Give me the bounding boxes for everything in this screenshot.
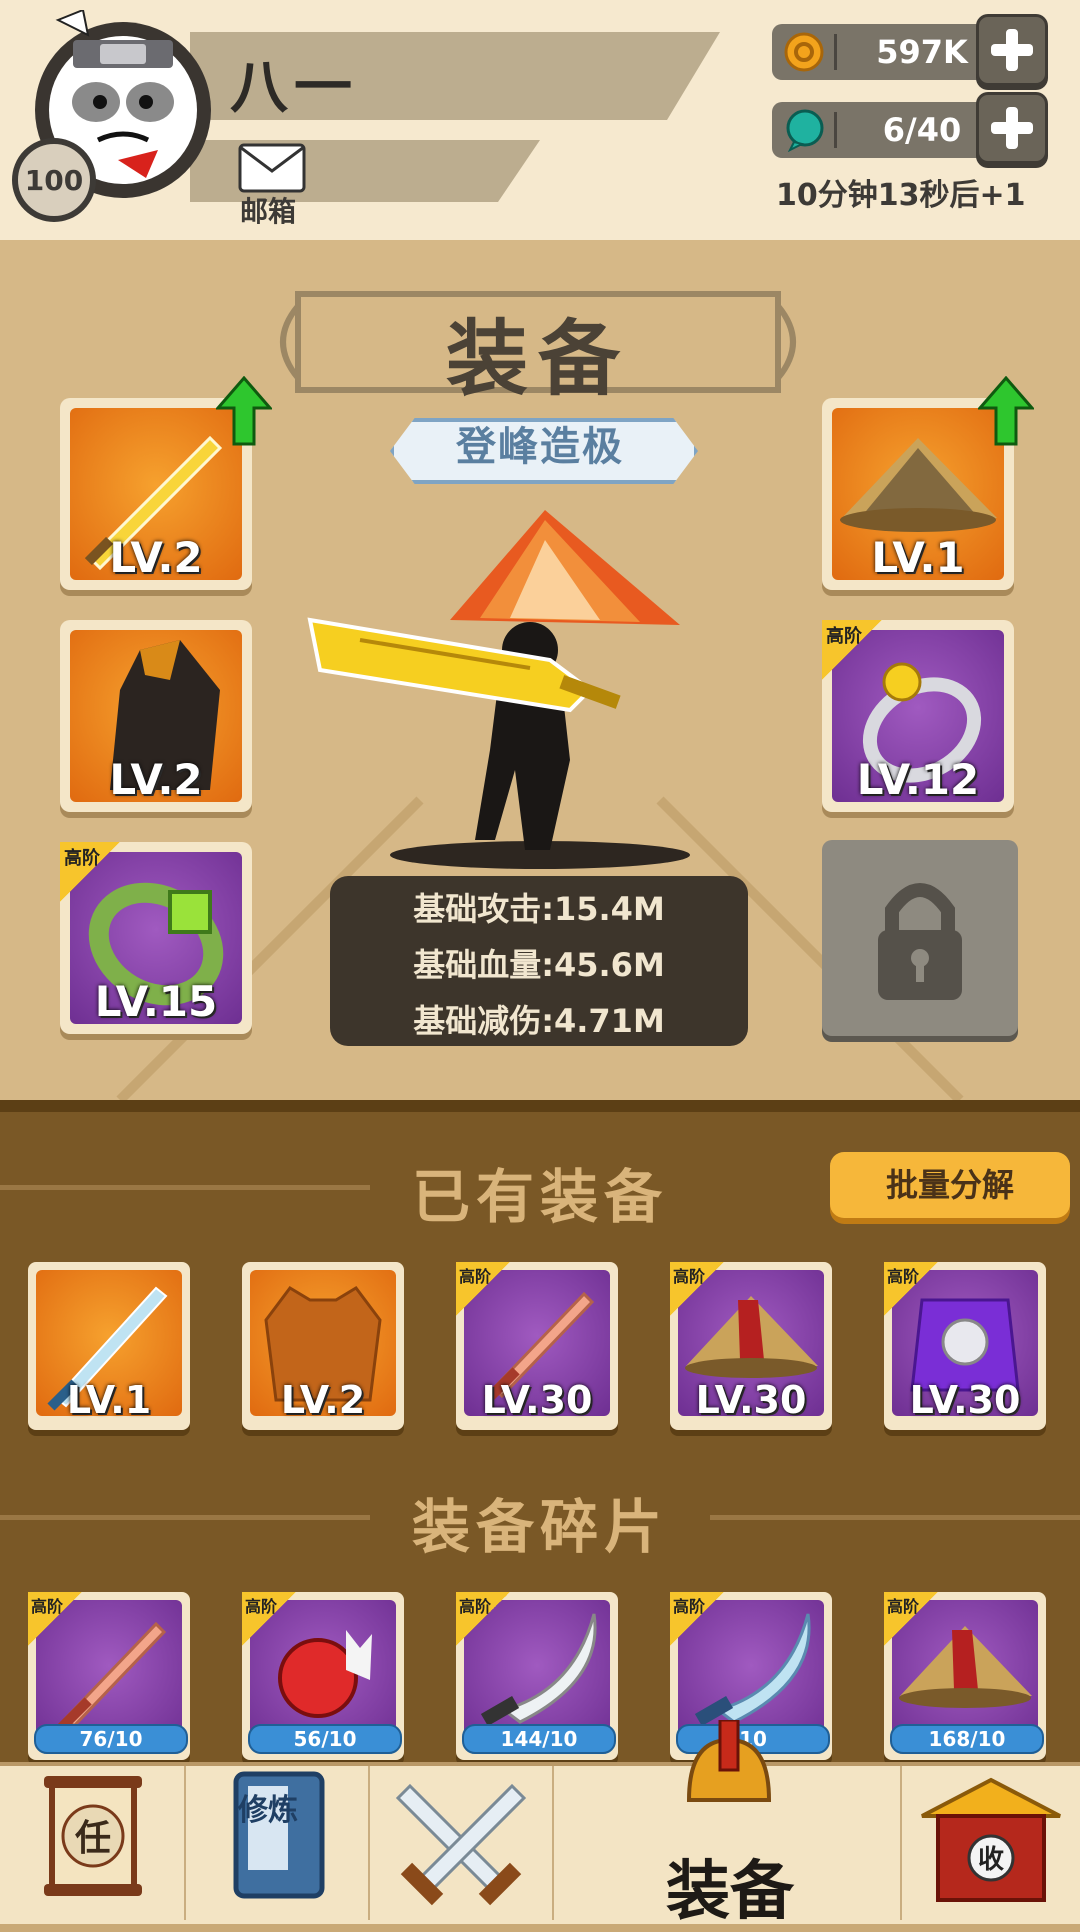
gold-counter: 597K	[772, 14, 1048, 86]
item-level: LV.2	[280, 1378, 366, 1422]
lock-icon	[878, 883, 962, 1000]
helmet-icon	[686, 1720, 772, 1802]
owned-item[interactable]: 高阶 LV.30	[456, 1262, 618, 1430]
crossed-swords-icon	[395, 1783, 527, 1906]
divider	[834, 112, 837, 148]
stat-defense: 基础减伤:4.71M	[413, 1002, 665, 1040]
fragment-progress: 76/10	[34, 1724, 188, 1754]
plus-icon	[991, 107, 1033, 149]
rarity-label: 高阶	[459, 1597, 492, 1616]
rarity-label: 高阶	[673, 1267, 706, 1286]
fragment-item[interactable]: 高阶 144/10	[456, 1592, 618, 1760]
nav-equipment-label[interactable]: 装备	[600, 1840, 860, 1932]
upgrade-arrow-icon	[978, 376, 1034, 446]
owned-item[interactable]: LV.1	[28, 1262, 190, 1430]
stamina-value: 6/40	[882, 111, 962, 149]
equip-slot-ring[interactable]: 高阶 LV.12	[822, 620, 1014, 812]
item-level: LV.30	[695, 1378, 807, 1422]
hero-character	[307, 510, 690, 869]
rarity-label: 高阶	[64, 848, 100, 869]
rarity-label: 高阶	[887, 1597, 920, 1616]
nav-tab-battle[interactable]	[370, 1766, 554, 1920]
divider	[834, 34, 837, 70]
batch-decompose-button[interactable]: 批量分解	[830, 1152, 1070, 1218]
nav-shop-label: 收	[978, 1845, 1004, 1875]
nav-tasks-label: 任	[75, 1818, 111, 1859]
owned-title: 已有装备	[411, 1163, 668, 1231]
slot-level: LV.15	[94, 977, 218, 1026]
slot-level: LV.2	[109, 533, 203, 582]
player-level-badge: 100	[12, 138, 96, 222]
item-level: LV.1	[66, 1378, 152, 1422]
item-level: LV.30	[909, 1378, 1021, 1422]
coin-icon	[784, 32, 824, 72]
fragment-progress: 56/10	[248, 1724, 402, 1754]
rarity-label: 高阶	[887, 1267, 920, 1286]
section-divider	[0, 1515, 370, 1520]
rarity-label: 高阶	[245, 1597, 278, 1616]
shop-icon: 收	[921, 1777, 1061, 1902]
fragment-item[interactable]: 高阶 56/10	[242, 1592, 404, 1760]
rank-text: 登峰造极	[456, 424, 624, 470]
fragment-item[interactable]: 高阶 76/10	[28, 1592, 190, 1760]
section-divider	[0, 1185, 370, 1190]
locked-slot[interactable]	[822, 840, 1018, 1036]
nav-training-label: 修炼	[237, 1793, 298, 1828]
rarity-label: 高阶	[31, 1597, 64, 1616]
slot-level: LV.12	[856, 755, 980, 804]
rarity-label: 高阶	[826, 626, 862, 647]
fragment-progress: 168/10	[890, 1724, 1044, 1754]
fragments-title: 装备碎片	[411, 1493, 668, 1561]
gold-value: 597K	[876, 33, 968, 71]
owned-item[interactable]: LV.2	[242, 1262, 404, 1430]
section-divider	[710, 1515, 1080, 1520]
slot-level: LV.2	[109, 755, 203, 804]
book-icon: 修炼	[233, 1771, 325, 1899]
plus-icon	[991, 29, 1033, 71]
owned-item[interactable]: 高阶 LV.30	[884, 1262, 1046, 1430]
player-name: 八一	[230, 53, 359, 121]
scroll-icon: 任	[44, 1776, 142, 1896]
stamina-timer: 10分钟13秒后+1	[776, 178, 1026, 213]
item-level: LV.30	[481, 1378, 593, 1422]
add-stamina-button[interactable]	[976, 92, 1048, 164]
stat-attack: 基础攻击:15.4M	[413, 890, 665, 928]
mail-label[interactable]: 邮箱	[240, 190, 296, 230]
nav-tab-tasks[interactable]: 任	[0, 1766, 186, 1920]
mail-icon[interactable]	[238, 143, 306, 193]
equip-slot-armor[interactable]: LV.2	[60, 620, 252, 812]
equip-slot-bracelet[interactable]: 高阶 LV.15	[60, 842, 252, 1034]
nav-tab-shop[interactable]: 收	[902, 1766, 1080, 1920]
stat-health: 基础血量:45.6M	[413, 946, 665, 984]
gem-icon	[786, 109, 824, 152]
nav-tab-training[interactable]: 修炼	[186, 1766, 370, 1920]
fragment-item[interactable]: 高阶 168/10	[884, 1592, 1046, 1760]
fragment-progress: 144/10	[462, 1724, 616, 1754]
stamina-counter: 6/40	[772, 92, 1048, 164]
add-gold-button[interactable]	[976, 14, 1048, 86]
equipment-title: 装备	[445, 312, 630, 407]
upgrade-arrow-icon	[216, 376, 272, 446]
owned-item[interactable]: 高阶 LV.30	[670, 1262, 832, 1430]
rarity-label: 高阶	[459, 1267, 492, 1286]
slot-level: LV.1	[871, 533, 965, 582]
rarity-label: 高阶	[673, 1597, 706, 1616]
